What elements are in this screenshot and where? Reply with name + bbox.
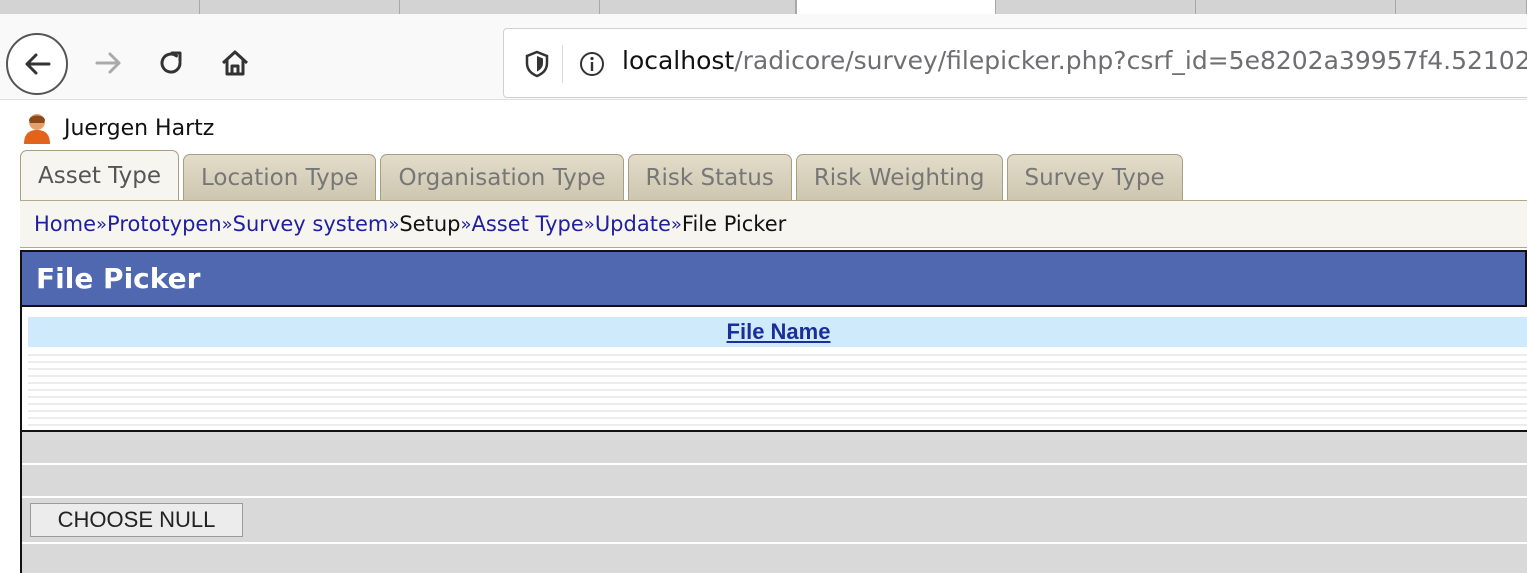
tab-location-type[interactable]: Location Type [183, 154, 377, 200]
home-icon [221, 50, 249, 76]
arrow-left-icon [25, 53, 51, 75]
breadcrumb-setup: Setup [399, 212, 461, 236]
app-page: Juergen Hartz Asset Type Location Type O… [0, 101, 1527, 573]
divider [22, 542, 1527, 544]
breadcrumb-current: File Picker [681, 212, 787, 236]
breadcrumb-survey-system[interactable]: Survey system [233, 212, 389, 236]
reload-button[interactable] [146, 38, 196, 88]
breadcrumb-separator: » [670, 213, 682, 235]
info-icon[interactable] [577, 49, 607, 79]
page-title: File Picker [36, 262, 201, 295]
browser-tab-active[interactable] [796, 0, 996, 14]
breadcrumb-separator: » [388, 213, 400, 235]
divider [22, 463, 1527, 465]
arrow-right-icon [95, 52, 121, 74]
menu-tabs: Asset Type Location Type Organisation Ty… [20, 150, 1187, 200]
page-title-bar: File Picker [20, 250, 1527, 307]
forward-button[interactable] [84, 38, 134, 88]
shield-icon[interactable] [522, 49, 552, 79]
tab-asset-type[interactable]: Asset Type [20, 150, 180, 200]
browser-tab[interactable] [0, 0, 200, 14]
file-list: File Name [20, 307, 1527, 430]
breadcrumb: Home » Prototypen » Survey system » Setu… [20, 200, 1527, 248]
browser-tab[interactable] [1396, 0, 1527, 14]
breadcrumb-home[interactable]: Home [34, 212, 96, 236]
tab-survey-type[interactable]: Survey Type [1006, 154, 1183, 200]
user-name: Juergen Hartz [64, 115, 215, 141]
divider [22, 496, 1527, 498]
column-header: File Name [28, 317, 1527, 347]
back-button[interactable] [6, 33, 68, 95]
browser-tab[interactable] [600, 0, 796, 14]
browser-tab[interactable] [1196, 0, 1396, 14]
url-text[interactable]: localhost/radicore/survey/filepicker.php… [622, 46, 1527, 75]
url-bar[interactable]: localhost/radicore/survey/filepicker.php… [503, 28, 1527, 98]
browser-tab-strip [0, 0, 1527, 14]
browser-tab[interactable] [400, 0, 600, 14]
reload-icon [160, 51, 182, 74]
home-button[interactable] [210, 38, 260, 88]
tab-risk-status[interactable]: Risk Status [627, 154, 792, 200]
browser-tab[interactable] [996, 0, 1196, 14]
tab-risk-weighting[interactable]: Risk Weighting [795, 154, 1003, 200]
breadcrumb-prototypen[interactable]: Prototypen [107, 212, 222, 236]
empty-rows [28, 349, 1527, 427]
url-separator [562, 45, 563, 83]
breadcrumb-update[interactable]: Update [595, 212, 671, 236]
tab-organisation-type[interactable]: Organisation Type [380, 154, 624, 200]
user-info: Juergen Hartz [20, 111, 214, 145]
breadcrumb-asset-type[interactable]: Asset Type [471, 212, 583, 236]
breadcrumb-separator: » [583, 213, 595, 235]
browser-tab[interactable] [200, 0, 400, 14]
action-area: CHOOSE NULL [20, 430, 1527, 573]
breadcrumb-separator: » [221, 213, 233, 235]
user-avatar-icon [24, 114, 50, 144]
url-host: localhost [622, 46, 735, 75]
choose-null-button[interactable]: CHOOSE NULL [30, 503, 243, 537]
browser-toolbar: localhost/radicore/survey/filepicker.php… [0, 14, 1527, 100]
sort-file-name-link[interactable]: File Name [727, 319, 831, 345]
url-path: /radicore/survey/filepicker.php?csrf_id=… [734, 46, 1527, 75]
breadcrumb-separator: » [96, 213, 108, 235]
breadcrumb-separator: » [460, 213, 472, 235]
